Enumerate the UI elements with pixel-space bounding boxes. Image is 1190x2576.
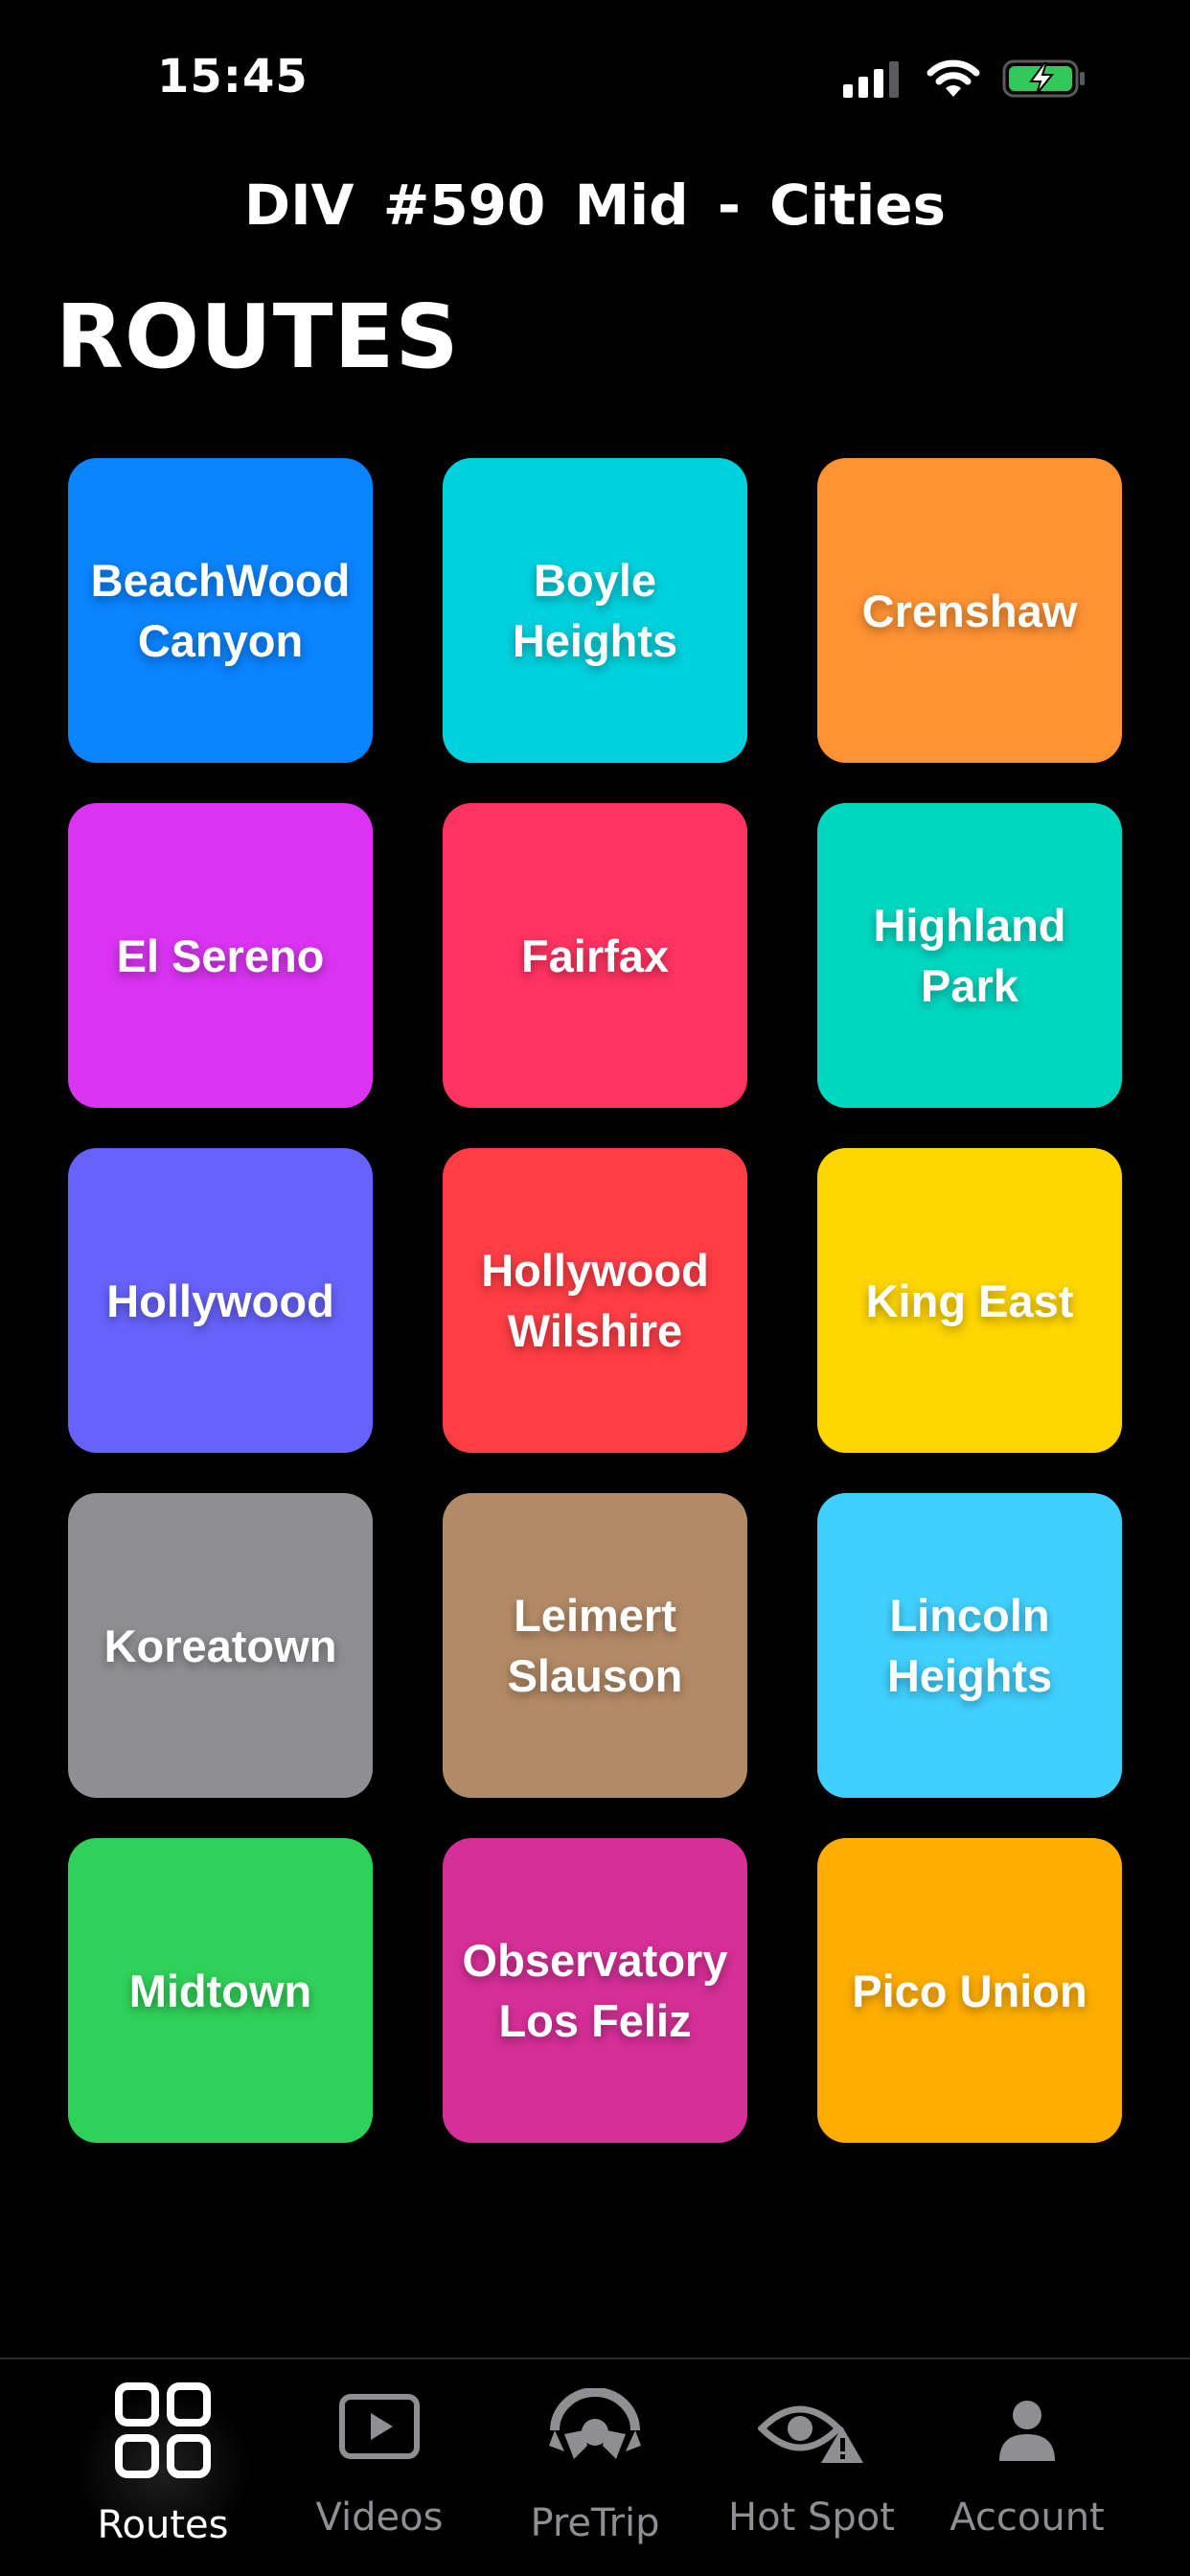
play-video-icon — [339, 2394, 420, 2463]
route-tile-observatory-los-feliz[interactable]: Observatory Los Feliz — [443, 1838, 747, 2143]
tab-label: Account — [950, 2496, 1105, 2540]
route-tile-hollywood[interactable]: Hollywood — [68, 1148, 373, 1453]
route-tile-beachwood-canyon[interactable]: BeachWood Canyon — [68, 458, 373, 763]
tab-bar: Routes Videos PreTrip Hot Spot Account — [0, 2358, 1190, 2576]
route-tile-crenshaw[interactable]: Crenshaw — [817, 458, 1122, 763]
route-label: Midtown — [128, 1965, 312, 2016]
routes-grid: BeachWood Canyon Boyle Heights Crenshaw … — [68, 458, 1123, 2143]
tab-account[interactable]: Account — [931, 2359, 1123, 2576]
route-label: Fairfax — [520, 930, 670, 981]
route-label: Crenshaw — [861, 585, 1078, 636]
route-label: Pico Union — [852, 1965, 1087, 2016]
tab-label: Videos — [315, 2496, 444, 2540]
tab-routes[interactable]: Routes — [67, 2359, 259, 2576]
wifi-icon — [926, 58, 981, 103]
route-label: Boyle Heights — [512, 555, 678, 666]
grid-icon — [115, 2382, 211, 2482]
route-tile-fairfax[interactable]: Fairfax — [443, 803, 747, 1108]
route-label: Leimert Slauson — [507, 1590, 683, 1701]
eye-warning-icon — [757, 2398, 865, 2469]
tab-videos[interactable]: Videos — [284, 2359, 475, 2576]
route-label: Lincoln Heights — [886, 1590, 1053, 1701]
route-tile-midtown[interactable]: Midtown — [68, 1838, 373, 2143]
division-title: DIV #590 Mid - Cities — [243, 172, 947, 238]
route-tile-hollywood-wilshire[interactable]: Hollywood Wilshire — [443, 1148, 747, 1453]
tab-hot-spot[interactable]: Hot Spot — [716, 2359, 907, 2576]
route-label: El Sereno — [116, 930, 325, 981]
route-tile-lincoln-heights[interactable]: Lincoln Heights — [817, 1493, 1122, 1798]
route-tile-highland-park[interactable]: Highland Park — [817, 803, 1122, 1108]
route-tile-boyle-heights[interactable]: Boyle Heights — [443, 458, 747, 763]
route-tile-koreatown[interactable]: Koreatown — [68, 1493, 373, 1798]
person-icon — [997, 2400, 1057, 2467]
route-label: Hollywood Wilshire — [481, 1245, 709, 1356]
route-label: Hollywood — [106, 1275, 334, 1326]
battery-charging-icon — [1002, 58, 1087, 104]
status-bar: 15:45 — [0, 0, 1190, 153]
tab-pretrip[interactable]: PreTrip — [499, 2359, 691, 2576]
route-label: BeachWood Canyon — [90, 555, 351, 666]
tab-label: PreTrip — [530, 2501, 660, 2545]
route-tile-pico-union[interactable]: Pico Union — [817, 1838, 1122, 2143]
page-title: ROUTES — [56, 286, 460, 388]
steering-wheel-icon — [545, 2387, 645, 2469]
route-label: Koreatown — [103, 1620, 337, 1671]
tab-label: Routes — [97, 2503, 229, 2547]
route-label: Observatory Los Feliz — [462, 1935, 728, 2046]
tab-label: Hot Spot — [728, 2496, 895, 2540]
route-tile-el-sereno[interactable]: El Sereno — [68, 803, 373, 1108]
route-label: King East — [865, 1275, 1074, 1326]
route-label: Highland Park — [873, 900, 1066, 1011]
app-screen: 15:45 DIV #590 Mid - Cities ROUTES Beach… — [0, 0, 1190, 2576]
route-tile-king-east[interactable]: King East — [817, 1148, 1122, 1453]
status-icons — [843, 58, 1087, 104]
route-tile-leimert-slauson[interactable]: Leimert Slauson — [443, 1493, 747, 1798]
cellular-signal-icon — [843, 59, 904, 102]
status-time: 15:45 — [157, 50, 309, 104]
